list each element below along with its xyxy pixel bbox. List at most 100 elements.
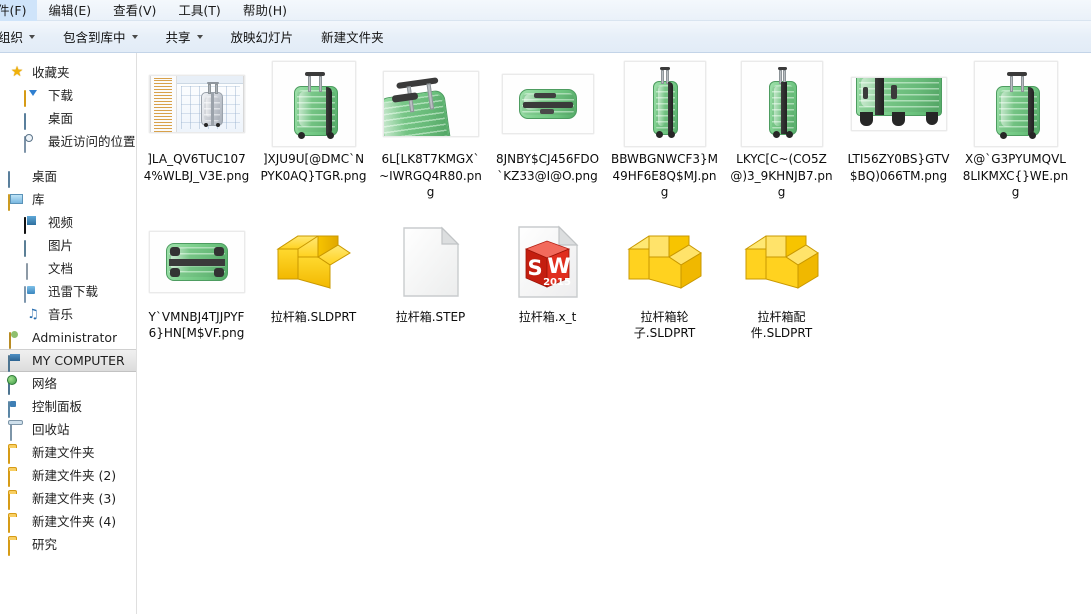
sidebar-item-new-folder-1[interactable]: 新建文件夹: [0, 441, 136, 464]
sidebar-item-label: 回收站: [32, 422, 70, 437]
file-item[interactable]: LTI56ZY0BS}GTV$BQ)066TM.png: [840, 53, 957, 201]
star-icon: ★: [10, 64, 24, 80]
sidebar-item-my-computer[interactable]: MY COMPUTER: [0, 349, 136, 372]
toolbar-new-folder-label: 新建文件夹: [321, 29, 384, 45]
menu-tools[interactable]: 工具(T): [167, 0, 231, 22]
sidebar-item-new-folder-2[interactable]: 新建文件夹 (2): [0, 464, 136, 487]
sidebar-item-label: 图片: [48, 238, 74, 253]
toolbar-share[interactable]: 共享: [152, 25, 217, 49]
user-icon: [8, 329, 26, 349]
menu-bar: 件(F) 编辑(E) 查看(V) 工具(T) 帮助(H): [0, 0, 1091, 22]
sidebar-item-xunlei-download[interactable]: 迅雷下载: [0, 280, 136, 303]
sidebar-item-desktop[interactable]: 桌面: [0, 165, 136, 188]
desktop-icon: [8, 168, 26, 188]
menu-view[interactable]: 查看(V): [102, 0, 167, 22]
sidebar-item-desktop-fav[interactable]: 桌面: [0, 107, 136, 130]
file-name: BBWBGNWCF3}M49HF6E8Q$MJ.png: [611, 152, 718, 199]
folder-icon: [8, 444, 26, 464]
folder-icon: [8, 467, 26, 487]
file-item[interactable]: 拉杆箱.STEP: [372, 211, 489, 342]
file-item[interactable]: 8JNBY$CJ456FDO`KZ33@I@O.png: [489, 53, 606, 201]
toolbar-organize-label: 组织: [0, 29, 24, 45]
file-item[interactable]: Y`VMNBJ4TJJPYF6}HN[M$VF.png: [138, 211, 255, 342]
file-thumbnail: S W 2015: [498, 219, 598, 305]
toolbar-slideshow[interactable]: 放映幻灯片: [217, 25, 308, 49]
sidebar-item-videos[interactable]: 视频: [0, 211, 136, 234]
file-name: 8JNBY$CJ456FDO`KZ33@I@O.png: [495, 152, 600, 183]
toolbar-include-in-library-label: 包含到库中: [63, 29, 126, 45]
toolbar-slideshow-label: 放映幻灯片: [230, 29, 294, 45]
suitcase-side-tall-icon: [623, 61, 706, 147]
menu-edit[interactable]: 编辑(E): [37, 0, 102, 22]
generic-file-icon: [402, 226, 460, 298]
toolbar-new-folder[interactable]: 新建文件夹: [307, 25, 398, 49]
sidebar-item-favorites[interactable]: ★ 收藏夹: [0, 61, 136, 84]
svg-text:2015: 2015: [543, 277, 571, 288]
folder-icon: [8, 513, 26, 533]
file-name: 拉杆箱.SLDPRT: [270, 309, 357, 324]
sidebar-item-label: 新建文件夹 (2): [32, 468, 117, 483]
computer-icon: [8, 352, 26, 372]
sidebar-item-label: 迅雷下载: [48, 284, 99, 299]
file-name: ]LA_QV6TUC1074%WLBJ_V3E.png: [143, 152, 250, 183]
sidebar-item-music[interactable]: ♫ 音乐: [0, 303, 136, 326]
file-name: 拉杆箱配件.SLDPRT: [750, 309, 813, 341]
file-thumbnail: [264, 61, 364, 147]
sidebar-item-new-folder-3[interactable]: 新建文件夹 (3): [0, 487, 136, 510]
sidebar-item-new-folder-4[interactable]: 新建文件夹 (4): [0, 510, 136, 533]
file-item[interactable]: ]XJU9U[@DMC`NPYK0AQ}TGR.png: [255, 53, 372, 201]
sidebar-item-label: 桌面: [32, 169, 58, 184]
sidebar-item-libraries[interactable]: 库: [0, 188, 136, 211]
file-thumbnail: [849, 61, 949, 147]
file-item[interactable]: X@`G3PYUMQVL8LIKMXC{}WE.png: [957, 53, 1074, 201]
file-item[interactable]: ]LA_QV6TUC1074%WLBJ_V3E.png: [138, 53, 255, 201]
downloads-folder-icon: [24, 87, 42, 107]
chevron-down-icon: [196, 35, 203, 39]
sidebar-item-label: MY COMPUTER: [32, 353, 125, 368]
sidebar-item-label: 研究: [32, 537, 58, 552]
sldprt-icon: [743, 231, 820, 293]
sldprt-icon: [275, 231, 352, 293]
file-item[interactable]: BBWBGNWCF3}M49HF6E8Q$MJ.png: [606, 53, 723, 201]
sidebar-item-recent-places[interactable]: 最近访问的位置: [0, 130, 136, 153]
file-thumbnail: [732, 219, 832, 305]
chevron-down-icon: [29, 35, 36, 39]
toolbar-include-in-library[interactable]: 包含到库中: [49, 25, 152, 49]
menu-file[interactable]: 件(F): [0, 0, 38, 22]
sidebar-item-recycle-bin[interactable]: 回收站: [0, 418, 136, 441]
file-name: ]XJU9U[@DMC`NPYK0AQ}TGR.png: [260, 152, 367, 183]
sidebar-item-documents[interactable]: 文档: [0, 257, 136, 280]
navigation-pane[interactable]: ★ 收藏夹 下载 桌面 最近访问的位置 桌面 库 视频 图片 文档 迅雷下载 ♫…: [0, 53, 137, 614]
sidebar-item-downloads[interactable]: 下载: [0, 84, 136, 107]
sidebar-item-pictures[interactable]: 图片: [0, 234, 136, 257]
file-name: X@`G3PYUMQVL8LIKMXC{}WE.png: [962, 152, 1069, 199]
file-name: LTI56ZY0BS}GTV$BQ)066TM.png: [847, 152, 950, 183]
chevron-down-icon: [131, 35, 138, 39]
file-item[interactable]: 拉杆箱.SLDPRT: [255, 211, 372, 342]
file-item[interactable]: 6L[LK8T7KMGX`~IWRGQ4R80.png: [372, 53, 489, 201]
sidebar-item-network[interactable]: 网络: [0, 372, 136, 395]
file-item[interactable]: LKYC[C~(CO5Z@)3_9KHNJB7.png: [723, 53, 840, 201]
file-thumbnail: [264, 219, 364, 305]
xunlei-download-icon: [24, 283, 42, 303]
file-item[interactable]: 拉杆箱配件.SLDPRT: [723, 211, 840, 342]
sidebar-item-control-panel[interactable]: 控制面板: [0, 395, 136, 418]
sidebar-item-label: 库: [32, 192, 45, 207]
file-name: Y`VMNBJ4TJJPYF6}HN[M$VF.png: [148, 309, 245, 341]
file-name: 拉杆箱.STEP: [395, 309, 466, 324]
sidebar-item-label: 收藏夹: [32, 65, 70, 80]
sidebar-item-administrator[interactable]: Administrator: [0, 326, 136, 349]
sidebar-item-research[interactable]: 研究: [0, 533, 136, 556]
toolbar-organize[interactable]: 组织: [0, 25, 49, 49]
file-thumbnail: [147, 61, 247, 147]
menu-help[interactable]: 帮助(H): [232, 0, 298, 22]
suitcase-front-3q-icon: [973, 61, 1058, 147]
pictures-icon: [24, 237, 42, 257]
sldprt-icon: [626, 231, 703, 293]
sidebar-divider: [0, 153, 136, 165]
sidebar-item-label: 文档: [48, 261, 74, 276]
file-thumbnail: [732, 61, 832, 147]
file-item[interactable]: 拉杆箱轮子.SLDPRT: [606, 211, 723, 342]
file-item[interactable]: S W 2015 拉杆箱.x_t: [489, 211, 606, 342]
file-list-pane[interactable]: ]LA_QV6TUC1074%WLBJ_V3E.png]XJU9U[@DMC`…: [138, 53, 1091, 614]
